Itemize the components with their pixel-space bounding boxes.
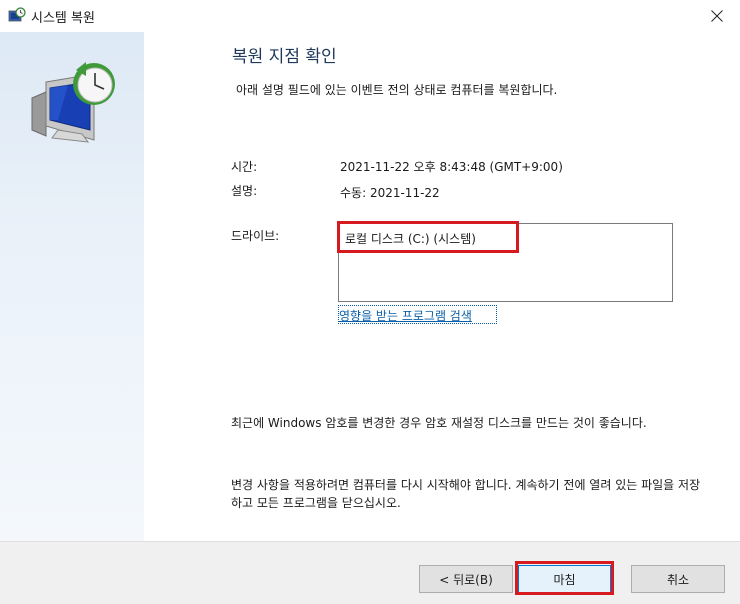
scan-affected-programs-link[interactable]: 영향을 받는 프로그램 검색: [339, 307, 472, 324]
page-subtitle: 아래 설명 필드에 있는 이벤트 전의 상태로 컴퓨터를 복원합니다.: [236, 83, 558, 97]
button-bar: [0, 541, 740, 604]
system-restore-icon: [8, 7, 26, 25]
close-button[interactable]: [694, 0, 740, 32]
password-reset-note: 최근에 Windows 암호를 변경한 경우 암호 재설정 디스크를 만드는 것…: [231, 416, 647, 430]
time-label: 시간:: [231, 160, 258, 174]
window-title: 시스템 복원: [31, 11, 95, 26]
back-button[interactable]: < 뒤로(B): [419, 565, 513, 593]
cancel-button[interactable]: 취소: [631, 565, 725, 593]
drives-label: 드라이브:: [231, 229, 280, 243]
finish-highlight-box: [515, 561, 614, 595]
page-title: 복원 지점 확인: [232, 47, 337, 67]
system-restore-monitor-clock-icon: [28, 58, 120, 143]
description-label: 설명:: [231, 184, 258, 198]
sidebar-panel: [0, 32, 144, 541]
close-icon: [711, 10, 723, 22]
time-value: 2021-11-22 오후 8:43:48 (GMT+9:00): [340, 160, 563, 174]
restart-note: 변경 사항을 적용하려면 컴퓨터를 다시 시작해야 합니다. 계속하기 전에 열…: [231, 478, 701, 510]
title-bar: 시스템 복원: [0, 0, 740, 32]
drive-highlight-box: [337, 221, 519, 253]
description-value: 수동: 2021-11-22: [340, 186, 440, 200]
